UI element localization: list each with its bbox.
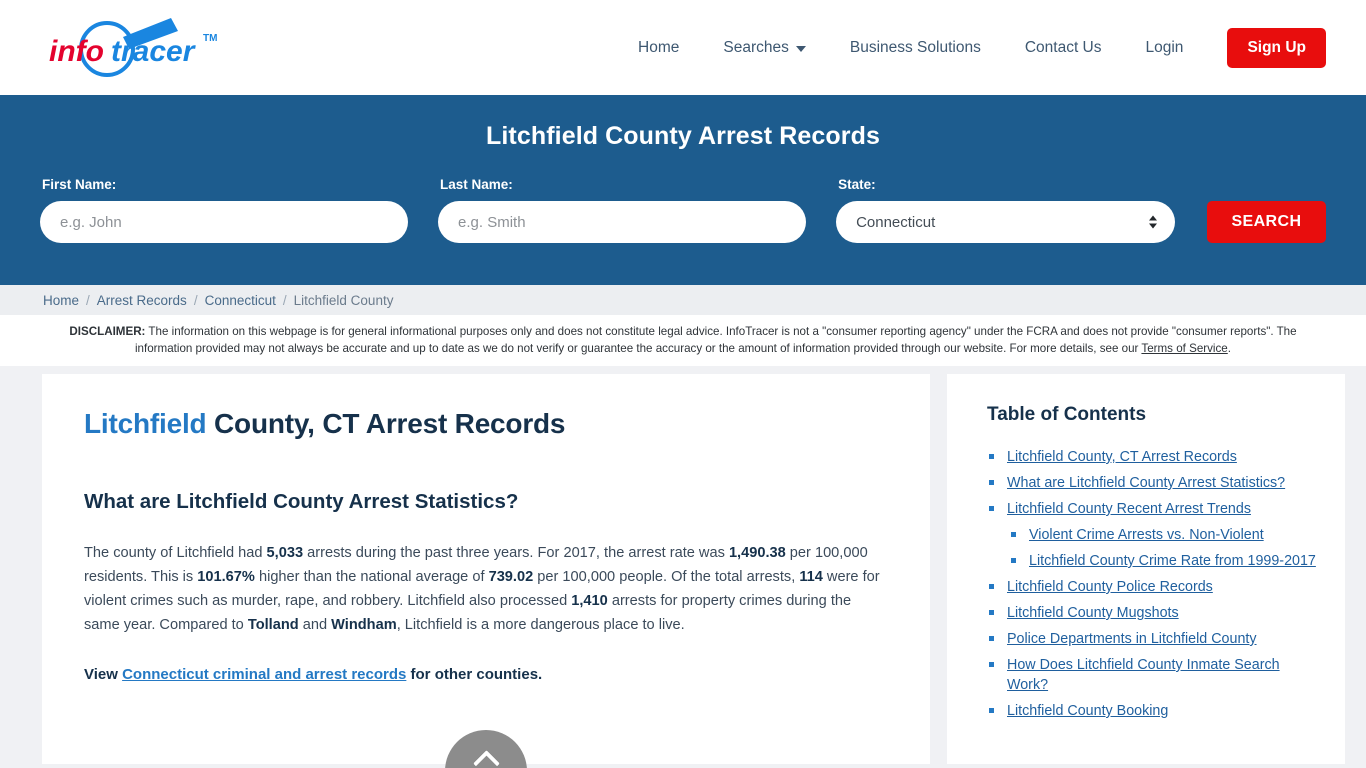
- search-banner: Litchfield County Arrest Records First N…: [0, 95, 1366, 285]
- state-label: State:: [838, 177, 876, 192]
- breadcrumb-item-home[interactable]: Home: [43, 293, 79, 308]
- connecticut-records-link[interactable]: Connecticut criminal and arrest records: [122, 666, 406, 683]
- nav-item-home[interactable]: Home: [616, 39, 701, 57]
- para-text: , Litchfield is a more dangerous place t…: [396, 617, 685, 633]
- site-header: info tracer TM Home Searches Business So…: [0, 0, 1366, 95]
- toc-item: Litchfield County Mugshots: [987, 603, 1317, 623]
- search-button[interactable]: SEARCH: [1206, 201, 1326, 243]
- stat-arrest-rate: 1,490.38: [728, 545, 786, 561]
- toc-link-booking[interactable]: Litchfield County Booking: [1007, 703, 1168, 719]
- disclaimer-label: DISCLAIMER:: [69, 325, 146, 338]
- stat-national-average: 739.02: [488, 569, 534, 585]
- disclaimer-tail: .: [1227, 342, 1231, 355]
- toc-list: Litchfield County, CT Arrest Records Wha…: [987, 447, 1317, 721]
- cta-suffix: for other counties.: [406, 666, 543, 683]
- state-select[interactable]: Connecticut: [836, 201, 1175, 243]
- first-name-label: First Name:: [42, 177, 117, 192]
- toc-link-recent-trends[interactable]: Litchfield County Recent Arrest Trends: [1007, 501, 1251, 517]
- last-name-label: Last Name:: [440, 177, 513, 192]
- nav-item-label: Business Solutions: [849, 38, 981, 56]
- toc-item: Litchfield County Booking: [987, 701, 1317, 721]
- toc-item: Litchfield County Recent Arrest Trends V…: [987, 499, 1317, 571]
- infotracer-logo[interactable]: info tracer TM: [45, 13, 235, 83]
- toc-item: Litchfield County, CT Arrest Records: [987, 447, 1317, 467]
- view-records-line: View Connecticut criminal and arrest rec…: [84, 663, 888, 687]
- terms-of-service-link[interactable]: Terms of Service: [1141, 342, 1227, 355]
- nav-item-contact-us[interactable]: Contact Us: [1003, 39, 1124, 57]
- breadcrumb-separator: /: [193, 292, 198, 308]
- para-text: and: [298, 617, 332, 633]
- toc-link-police-departments[interactable]: Police Departments in Litchfield County: [1007, 631, 1257, 647]
- chevron-up-icon: [472, 750, 500, 768]
- toc-link-inmate-search[interactable]: How Does Litchfield County Inmate Search…: [1007, 657, 1280, 693]
- stat-total-arrests: 5,033: [266, 545, 304, 561]
- main-navigation: Home Searches Business Solutions Contact…: [616, 27, 1326, 68]
- last-name-input[interactable]: [438, 201, 807, 243]
- chevron-down-icon: [795, 45, 806, 52]
- page-title-rest: County, CT Arrest Records: [206, 408, 566, 439]
- first-name-input[interactable]: [40, 201, 409, 243]
- toc-link-arrest-statistics[interactable]: What are Litchfield County Arrest Statis…: [1007, 475, 1285, 491]
- nav-item-label: Searches: [723, 38, 789, 56]
- nav-item-business-solutions[interactable]: Business Solutions: [828, 39, 1003, 57]
- table-of-contents-panel: Table of Contents Litchfield County, CT …: [947, 374, 1345, 764]
- toc-link-arrest-records[interactable]: Litchfield County, CT Arrest Records: [1007, 449, 1237, 465]
- svg-text:info: info: [49, 35, 104, 68]
- cta-prefix: View: [84, 666, 123, 683]
- para-text: higher than the national average of: [254, 569, 489, 585]
- breadcrumb-item-current: Litchfield County: [293, 292, 394, 308]
- last-name-field-group: Last Name:: [438, 177, 807, 243]
- page-title: Litchfield County, CT Arrest Records: [84, 408, 888, 440]
- stat-violent-crimes: 114: [799, 569, 823, 585]
- state-select-wrapper: Connecticut: [836, 201, 1175, 243]
- logo-graphic: info tracer TM: [49, 17, 217, 77]
- toc-item: What are Litchfield County Arrest Statis…: [987, 473, 1317, 493]
- breadcrumb: Home / Arrest Records / Connecticut / Li…: [0, 285, 1366, 315]
- toc-title: Table of Contents: [987, 404, 1147, 425]
- breadcrumb-separator: /: [86, 292, 90, 308]
- toc-link-violent-vs-nonviolent[interactable]: Violent Crime Arrests vs. Non-Violent: [1029, 527, 1264, 543]
- breadcrumb-separator: /: [282, 292, 287, 308]
- sign-up-button[interactable]: Sign Up: [1227, 27, 1326, 68]
- compared-county-a: Tolland: [247, 617, 299, 633]
- nav-item-login[interactable]: Login: [1124, 39, 1206, 57]
- toc-link-mugshots[interactable]: Litchfield County Mugshots: [1007, 605, 1179, 621]
- statistics-paragraph: The county of Litchfield had 5,033 arres…: [84, 541, 888, 637]
- scroll-to-top-button[interactable]: [445, 730, 527, 768]
- para-text: arrests during the past three years. For…: [303, 545, 729, 561]
- page-content: Litchfield County, CT Arrest Records Wha…: [0, 366, 1366, 768]
- toc-item: How Does Litchfield County Inmate Search…: [987, 655, 1317, 695]
- breadcrumb-item-connecticut[interactable]: Connecticut: [205, 293, 276, 308]
- disclaimer-text: The information on this webpage is for g…: [134, 325, 1297, 355]
- banner-title: Litchfield County Arrest Records: [486, 122, 880, 150]
- toc-item: Police Departments in Litchfield County: [987, 629, 1317, 649]
- state-field-group: State: Connecticut: [836, 177, 1175, 243]
- nav-item-label: Contact Us: [1024, 38, 1102, 56]
- search-form: First Name: Last Name: State: Connecticu…: [40, 177, 1326, 243]
- stat-property-crimes: 1,410: [571, 593, 608, 609]
- toc-link-crime-rate-1999-2017[interactable]: Litchfield County Crime Rate from 1999-2…: [1029, 553, 1316, 569]
- disclaimer-banner: DISCLAIMER: The information on this webp…: [0, 315, 1366, 366]
- toc-link-police-records[interactable]: Litchfield County Police Records: [1007, 579, 1213, 595]
- svg-text:tracer: tracer: [111, 35, 197, 68]
- para-text: The county of Litchfield had: [84, 545, 267, 561]
- section-heading-statistics: What are Litchfield County Arrest Statis…: [84, 490, 519, 513]
- first-name-field-group: First Name:: [40, 177, 409, 243]
- nav-item-label: Home: [638, 38, 680, 56]
- page-title-highlight: Litchfield: [84, 408, 207, 439]
- toc-subitem: Litchfield County Crime Rate from 1999-2…: [1007, 551, 1317, 571]
- stat-percent-higher: 101.67%: [197, 569, 255, 585]
- breadcrumb-item-arrest-records[interactable]: Arrest Records: [97, 293, 187, 308]
- nav-item-searches[interactable]: Searches: [701, 39, 827, 57]
- article-panel: Litchfield County, CT Arrest Records Wha…: [42, 374, 930, 768]
- toc-item: Litchfield County Police Records: [987, 577, 1317, 597]
- svg-text:TM: TM: [203, 33, 217, 44]
- toc-subitem: Violent Crime Arrests vs. Non-Violent: [1007, 525, 1317, 545]
- compared-county-b: Windham: [331, 617, 397, 633]
- toc-sublist: Violent Crime Arrests vs. Non-Violent Li…: [1007, 525, 1317, 571]
- nav-item-label: Login: [1145, 38, 1184, 56]
- para-text: per 100,000 people. Of the total arrests…: [533, 569, 800, 585]
